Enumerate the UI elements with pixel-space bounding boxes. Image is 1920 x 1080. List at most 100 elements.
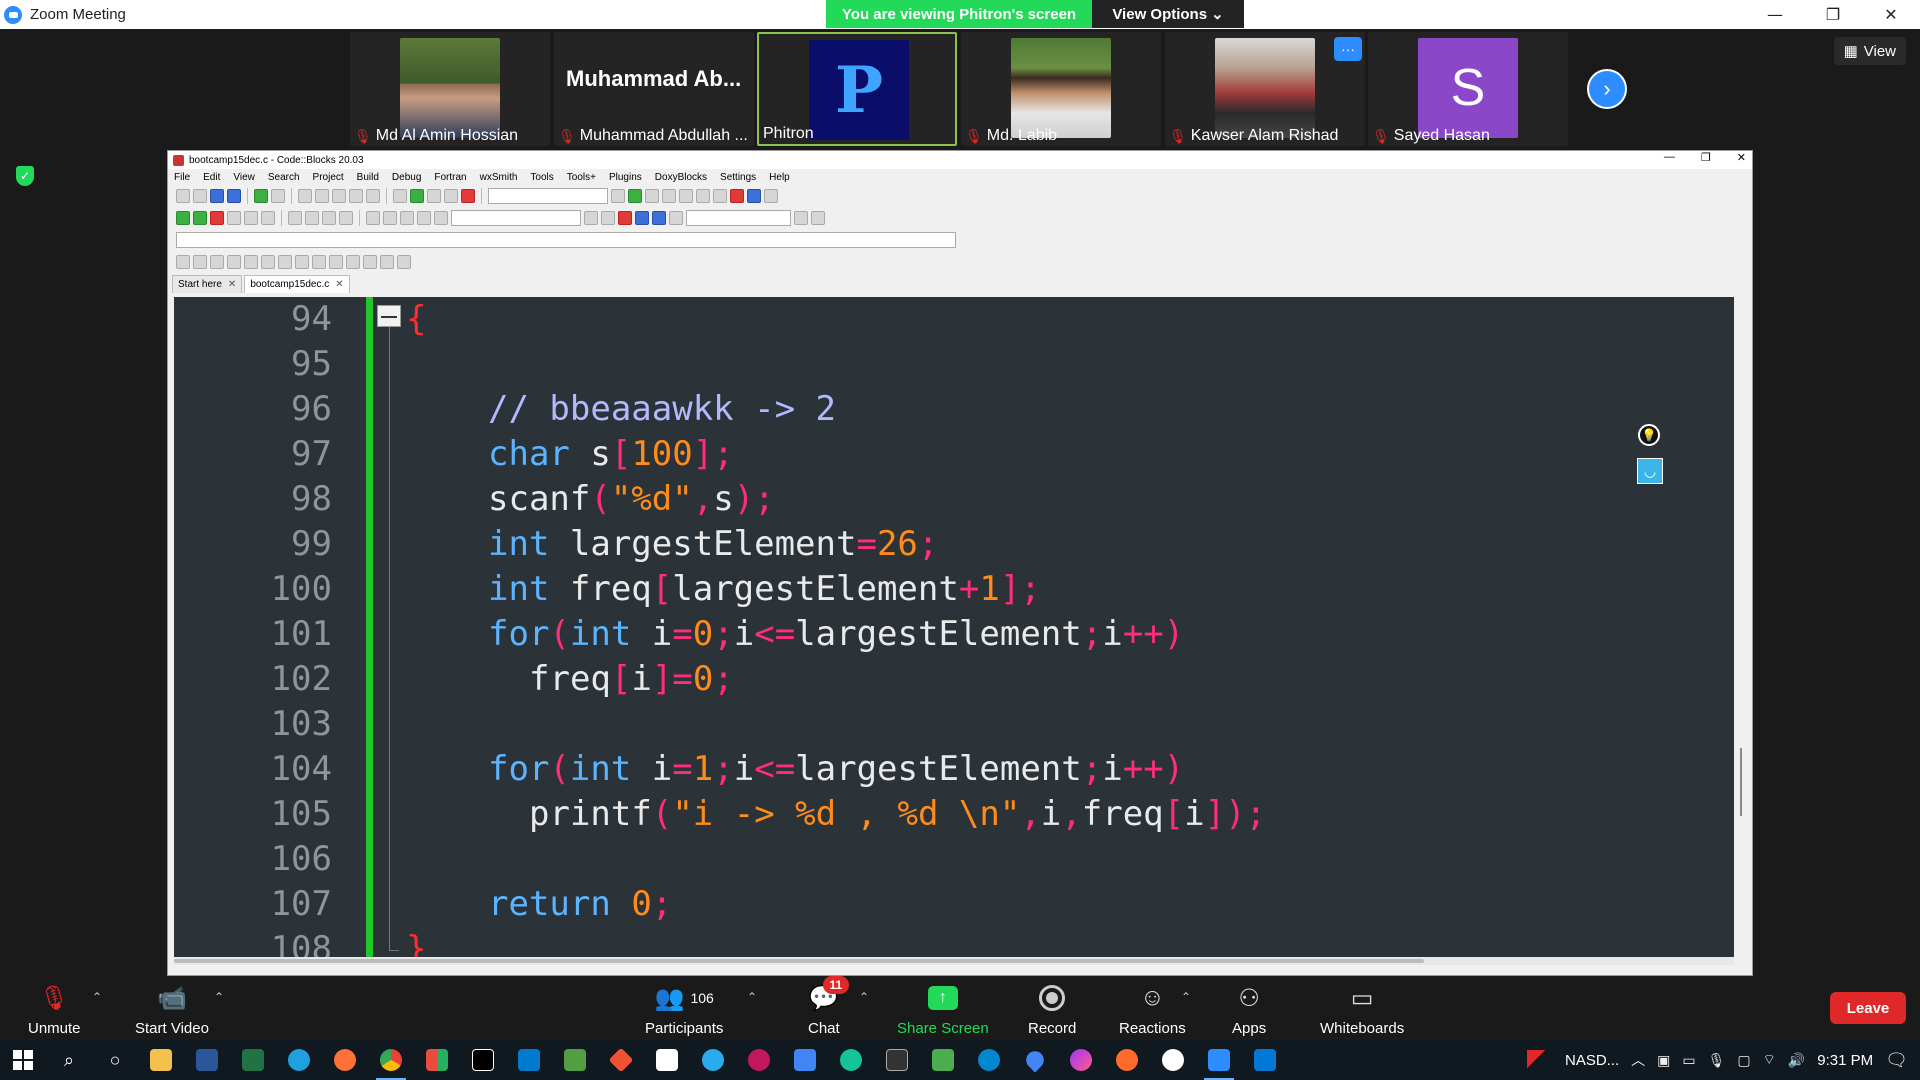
next-page-button[interactable]: › <box>1587 69 1627 109</box>
record-button[interactable]: Record <box>1028 982 1076 1037</box>
toggle-comment-icon[interactable] <box>322 211 336 225</box>
code-line[interactable]: 105 printf("i -> %d , %d \n",i,freq[i]); <box>174 792 1734 837</box>
participant-tile[interactable]: S 🎙 Sayed Hasan <box>1368 32 1568 146</box>
marker-icon[interactable] <box>618 211 632 225</box>
panel-icon[interactable] <box>227 255 241 269</box>
leave-button[interactable]: Leave <box>1830 992 1906 1024</box>
code-line[interactable]: 96 // bbeaaawkk -> 2 <box>174 387 1734 432</box>
notifications-icon[interactable]: 🗨 <box>1885 1050 1908 1071</box>
taskbar-app[interactable] <box>230 1040 276 1080</box>
participant-tile[interactable]: 🎙 Md Al Amin Hossian <box>350 32 550 146</box>
minimize-button[interactable]: — <box>1746 0 1804 29</box>
chat-button[interactable]: 💬 11 Chat <box>808 976 849 1037</box>
pause-icon[interactable] <box>713 189 727 203</box>
taskbar-app[interactable] <box>690 1040 736 1080</box>
close-icon[interactable]: ✕ <box>335 279 343 290</box>
spell-icon[interactable] <box>652 211 666 225</box>
taskbar-app[interactable] <box>276 1040 322 1080</box>
close-button[interactable]: ✕ <box>1862 0 1920 29</box>
cb-minimize-button[interactable]: — <box>1664 151 1675 164</box>
code-line[interactable]: 94 { <box>174 297 1734 342</box>
apps-button[interactable]: ⚇ Apps <box>1232 982 1266 1038</box>
whiteboards-button[interactable]: ▭ Whiteboards <box>1320 982 1404 1038</box>
code-line[interactable]: 106 <box>174 837 1734 882</box>
prev-function-icon[interactable] <box>584 211 598 225</box>
regex-icon[interactable] <box>669 211 683 225</box>
taskbar-app[interactable] <box>1104 1040 1150 1080</box>
display-icon[interactable]: ▢ <box>1737 1052 1750 1069</box>
cb-restore-button[interactable]: ❐ <box>1701 151 1711 164</box>
taskbar-app[interactable] <box>552 1040 598 1080</box>
sizer-icon[interactable] <box>244 255 258 269</box>
dialog-icon[interactable] <box>312 255 326 269</box>
code-line[interactable]: 102 freq[i]=0; <box>174 657 1734 702</box>
participant-tile-active[interactable]: P Phitron <box>757 32 957 146</box>
menu-tools-plus[interactable]: Tools+ <box>567 172 596 183</box>
close-icon[interactable]: ✕ <box>228 279 236 290</box>
view-button[interactable]: ▦ View <box>1833 37 1906 65</box>
code-line[interactable]: 100 int freq[largestElement+1]; <box>174 567 1734 612</box>
image-icon[interactable] <box>210 255 224 269</box>
tab-bootcamp[interactable]: bootcamp15dec.c ✕ <box>244 275 350 293</box>
taskbar-app[interactable] <box>598 1040 644 1080</box>
highlight-icon[interactable] <box>434 211 448 225</box>
next-instruction-icon[interactable] <box>696 189 710 203</box>
clock[interactable]: 9:31 PM <box>1817 1052 1873 1069</box>
code-line[interactable]: 99 int largestElement=26; <box>174 522 1734 567</box>
smile-icon[interactable]: ◡ <box>1637 458 1663 484</box>
menu-view[interactable]: View <box>233 172 255 183</box>
match-brace-icon[interactable] <box>366 211 380 225</box>
copy-icon[interactable] <box>315 189 329 203</box>
share-screen-button[interactable]: ↑ Share Screen <box>897 982 989 1037</box>
menu-plugins[interactable]: Plugins <box>609 172 642 183</box>
chat-caret-icon[interactable]: ⌃ <box>859 990 869 1004</box>
new-file-icon[interactable] <box>176 189 190 203</box>
menu-wxsmith[interactable]: wxSmith <box>480 172 518 183</box>
zoom-out-icon[interactable] <box>363 255 377 269</box>
unmute-button[interactable]: 🎙 Unmute <box>28 982 81 1038</box>
format-icon[interactable] <box>635 211 649 225</box>
taskbar-app[interactable] <box>1242 1040 1288 1080</box>
participant-tile[interactable]: 🎙 Md. Labib <box>961 32 1161 146</box>
debug-run-icon[interactable] <box>628 189 642 203</box>
build-target-combo[interactable] <box>488 188 608 204</box>
taskbar-app[interactable] <box>460 1040 506 1080</box>
open-icon[interactable] <box>193 189 207 203</box>
info-icon[interactable] <box>764 189 778 203</box>
battery-icon[interactable]: ▭ <box>1682 1052 1695 1069</box>
device-icon[interactable]: ▣ <box>1657 1052 1670 1069</box>
replace-icon[interactable] <box>366 189 380 203</box>
stream-comment-icon[interactable] <box>339 211 353 225</box>
cortana-button[interactable]: ○ <box>92 1040 138 1080</box>
bulb-icon[interactable]: 💡 <box>1638 424 1660 446</box>
wifi-icon[interactable]: ⌔ <box>1763 1051 1776 1069</box>
frame-icon[interactable] <box>193 255 207 269</box>
rebuild-icon[interactable] <box>444 189 458 203</box>
paste-icon[interactable] <box>332 189 346 203</box>
scope-combo[interactable] <box>451 210 581 226</box>
menu-debug[interactable]: Debug <box>392 172 421 183</box>
stop-debug-icon[interactable] <box>730 189 744 203</box>
taskbar-app[interactable] <box>920 1040 966 1080</box>
more-options-button[interactable]: ··· <box>1334 37 1362 61</box>
bookmark-icon[interactable] <box>210 211 224 225</box>
menu-edit[interactable]: Edit <box>203 172 220 183</box>
volume-icon[interactable]: 🔊 <box>1788 1052 1805 1069</box>
taskbar-app[interactable] <box>414 1040 460 1080</box>
next-icon[interactable] <box>417 211 431 225</box>
code-line[interactable]: 95 <box>174 342 1734 387</box>
menu-settings[interactable]: Settings <box>720 172 756 183</box>
zoom-search-icon[interactable] <box>794 211 808 225</box>
start-video-button[interactable]: 📹 Start Video <box>135 982 209 1038</box>
taskbar-app[interactable] <box>966 1040 1012 1080</box>
participant-tile[interactable]: Muhammad Ab... 🎙 Muhammad Abdullah ... <box>554 32 754 146</box>
clear-bookmarks-icon[interactable] <box>261 211 275 225</box>
pointer-icon[interactable] <box>176 255 190 269</box>
menu-build[interactable]: Build <box>357 172 379 183</box>
taskbar-app[interactable] <box>506 1040 552 1080</box>
taskbar-app[interactable] <box>1012 1040 1058 1080</box>
abort-icon[interactable] <box>461 189 475 203</box>
redo-icon[interactable] <box>271 189 285 203</box>
menu-doxyblocks[interactable]: DoxyBlocks <box>655 172 707 183</box>
next-function-icon[interactable] <box>601 211 615 225</box>
